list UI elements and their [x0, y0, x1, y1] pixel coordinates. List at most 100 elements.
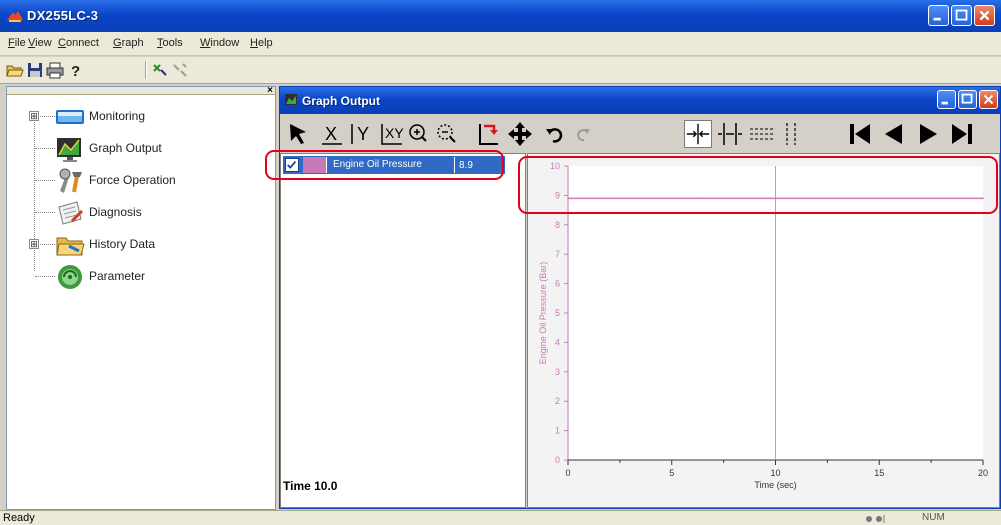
chart-value-highlight — [518, 156, 998, 214]
tree-item-label: Force Operation — [89, 173, 176, 187]
undo-icon[interactable] — [540, 120, 568, 148]
maximize-icon — [955, 9, 968, 21]
graph-window-controls — [937, 90, 998, 109]
menu-view[interactable]: View — [28, 37, 52, 49]
tree-pane-close-button[interactable]: × — [267, 85, 273, 96]
x-axis-zoom-icon[interactable]: X — [318, 120, 346, 148]
y-tick-label: 5 — [555, 308, 560, 318]
graph-toolbar: X Y XY — [280, 114, 1000, 154]
tree-item-label: Parameter — [89, 269, 146, 283]
tree-item-force-operation[interactable]: Force Operation — [7, 165, 275, 197]
activity-indicator-icon — [866, 515, 885, 523]
menu-bar: File View Connect Graph Tools Window Hel… — [0, 32, 1001, 56]
help-icon[interactable]: ? — [66, 61, 84, 79]
main-toolbar: ? — [0, 57, 1001, 84]
zoom-out-icon[interactable] — [434, 120, 462, 148]
horizontal-lines-icon[interactable] — [748, 120, 776, 148]
tree-item-parameter[interactable]: Parameter — [7, 261, 275, 293]
redo-icon[interactable] — [570, 120, 598, 148]
monitoring-icon — [56, 110, 84, 124]
xy-zoom-icon[interactable]: XY — [378, 120, 406, 148]
y-tick-label: 4 — [555, 337, 560, 347]
diagnosis-icon — [58, 201, 84, 225]
history-data-folder-icon — [56, 237, 85, 256]
tree-item-diagnosis[interactable]: Diagnosis — [7, 197, 275, 229]
tree-item-label: History Data — [89, 237, 156, 251]
svg-text:Y: Y — [357, 124, 369, 144]
vertical-lines-icon[interactable] — [778, 120, 806, 148]
menu-tools-label: ools — [162, 37, 183, 49]
connect-icon[interactable] — [151, 61, 169, 79]
dual-cursor-icon[interactable] — [716, 120, 744, 148]
menu-graph-mnemonic: G — [113, 37, 122, 49]
y-tick-label: 7 — [555, 249, 560, 259]
tree-item-label: Monitoring — [89, 109, 146, 123]
y-tick-label: 1 — [555, 426, 560, 436]
graph-close-button[interactable] — [979, 90, 998, 109]
pointer-arrow-icon[interactable] — [284, 120, 312, 148]
menu-window-mnemonic: W — [200, 37, 211, 49]
last-frame-icon[interactable] — [948, 120, 976, 148]
x-tick-label: 10 — [770, 468, 780, 478]
x-tick-label: 20 — [978, 468, 988, 478]
menu-graph-label: raph — [121, 37, 144, 49]
title-bar[interactable]: DX255LC-3 — [0, 0, 1001, 32]
menu-window[interactable]: Window — [200, 37, 239, 49]
series-row-highlight — [265, 150, 504, 180]
menu-connect[interactable]: Connect — [58, 37, 99, 49]
export-graph-icon[interactable] — [476, 120, 504, 148]
status-bar: Ready NUM — [0, 510, 1001, 525]
graph-minimize-button[interactable] — [937, 90, 956, 109]
y-tick-label: 0 — [555, 455, 560, 465]
zoom-in-icon[interactable] — [406, 120, 434, 148]
x-axis-label: Time (sec) — [754, 480, 796, 490]
svg-text:XY: XY — [385, 125, 404, 141]
tree-branch-line — [35, 180, 55, 181]
single-cursor-icon[interactable] — [684, 120, 712, 148]
toolbar-separator — [145, 61, 147, 79]
menu-file[interactable]: File — [8, 37, 26, 49]
y-axis-label: Engine Oil Pressure (Bar) — [538, 262, 548, 365]
menu-help[interactable]: Help — [250, 37, 273, 49]
print-icon[interactable] — [46, 61, 64, 79]
close-icon — [979, 10, 990, 21]
x-tick-label: 15 — [874, 468, 884, 478]
tree-expander-history-data[interactable]: ⊞ — [29, 239, 39, 249]
open-folder-icon[interactable] — [6, 61, 24, 79]
graph-output-icon — [57, 138, 81, 162]
y-tick-label: 8 — [555, 220, 560, 230]
graph-window-title-bar[interactable]: Graph Output — [280, 87, 1000, 114]
cursor-time-label: Time 10.0 — [283, 479, 338, 493]
y-axis-zoom-icon[interactable]: Y — [348, 120, 376, 148]
step-forward-icon[interactable] — [914, 120, 942, 148]
y-tick-label: 6 — [555, 279, 560, 289]
first-frame-icon[interactable] — [846, 120, 874, 148]
navigation-tree-pane: × ⊞ Monitoring Graph Output Force Operat… — [6, 85, 276, 510]
menu-graph[interactable]: Graph — [113, 37, 144, 49]
tree-item-monitoring[interactable]: ⊞ Monitoring — [7, 101, 275, 133]
menu-file-mnemonic: F — [8, 37, 15, 49]
step-back-icon[interactable] — [880, 120, 908, 148]
pan-move-icon[interactable] — [506, 120, 534, 148]
tree-item-graph-output[interactable]: Graph Output — [7, 133, 275, 165]
menu-tools[interactable]: Tools — [157, 37, 183, 49]
minimize-button[interactable] — [928, 5, 949, 26]
y-tick-label: 2 — [555, 396, 560, 406]
svg-text:?: ? — [71, 63, 80, 79]
series-list-panel: Engine Oil Pressure 8.9 Time 10.0 — [280, 153, 526, 508]
graph-window-title: Graph Output — [302, 94, 380, 108]
app-logo-icon — [7, 11, 23, 22]
graph-maximize-button[interactable] — [958, 90, 977, 109]
disconnect-icon[interactable] — [171, 61, 189, 79]
x-tick-label: 5 — [669, 468, 674, 478]
tree-branch-line — [35, 276, 55, 277]
force-operation-icon — [59, 168, 82, 193]
maximize-button[interactable] — [951, 5, 972, 26]
application-window: DX255LC-3 File View Connect Graph Tools … — [0, 0, 1001, 525]
tree-pane-header: × — [7, 85, 275, 96]
tree-item-history-data[interactable]: ⊞ History Data — [7, 229, 275, 261]
menu-file-label: ile — [14, 37, 26, 49]
close-button[interactable] — [974, 5, 995, 26]
save-icon[interactable] — [26, 61, 44, 79]
tree-expander-monitoring[interactable]: ⊞ — [29, 111, 39, 121]
